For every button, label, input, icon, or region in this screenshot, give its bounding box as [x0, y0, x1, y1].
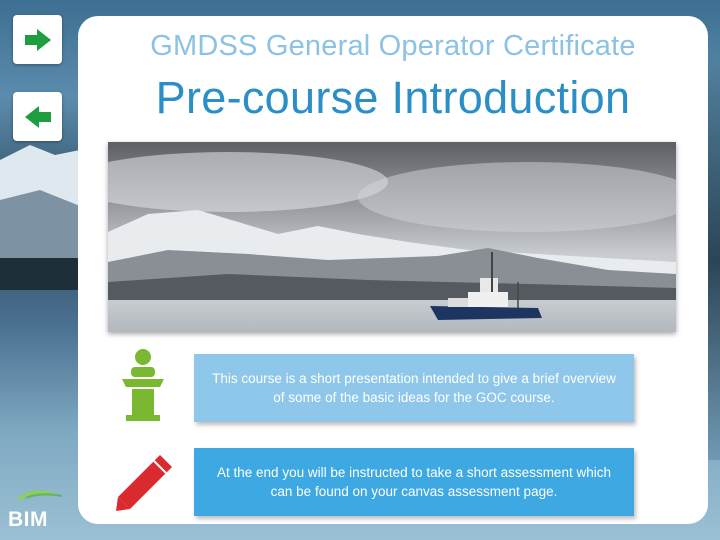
wave-logo-icon: [17, 490, 63, 502]
next-slide-button[interactable]: [13, 15, 62, 64]
previous-slide-button[interactable]: [13, 92, 62, 141]
pencil-icon: [116, 455, 172, 511]
arrow-left-icon: [24, 105, 51, 128]
bim-logo: BIM: [8, 486, 70, 532]
podium-icon: [122, 349, 164, 421]
content-panel: GMDSS General Operator Certificate Pre-c…: [78, 16, 708, 524]
assessment-info-box: At the end you will be instructed to tak…: [194, 448, 634, 516]
logo-text: BIM: [8, 508, 48, 531]
course-overview-box: This course is a short presentation inte…: [194, 354, 634, 422]
arrow-right-icon: [24, 28, 51, 51]
ship-in-arctic-fjord-photo: [108, 142, 676, 332]
page-title: Pre-course Introduction: [155, 72, 631, 123]
course-subtitle: GMDSS General Operator Certificate: [150, 30, 636, 62]
background-mountain: [0, 145, 90, 290]
